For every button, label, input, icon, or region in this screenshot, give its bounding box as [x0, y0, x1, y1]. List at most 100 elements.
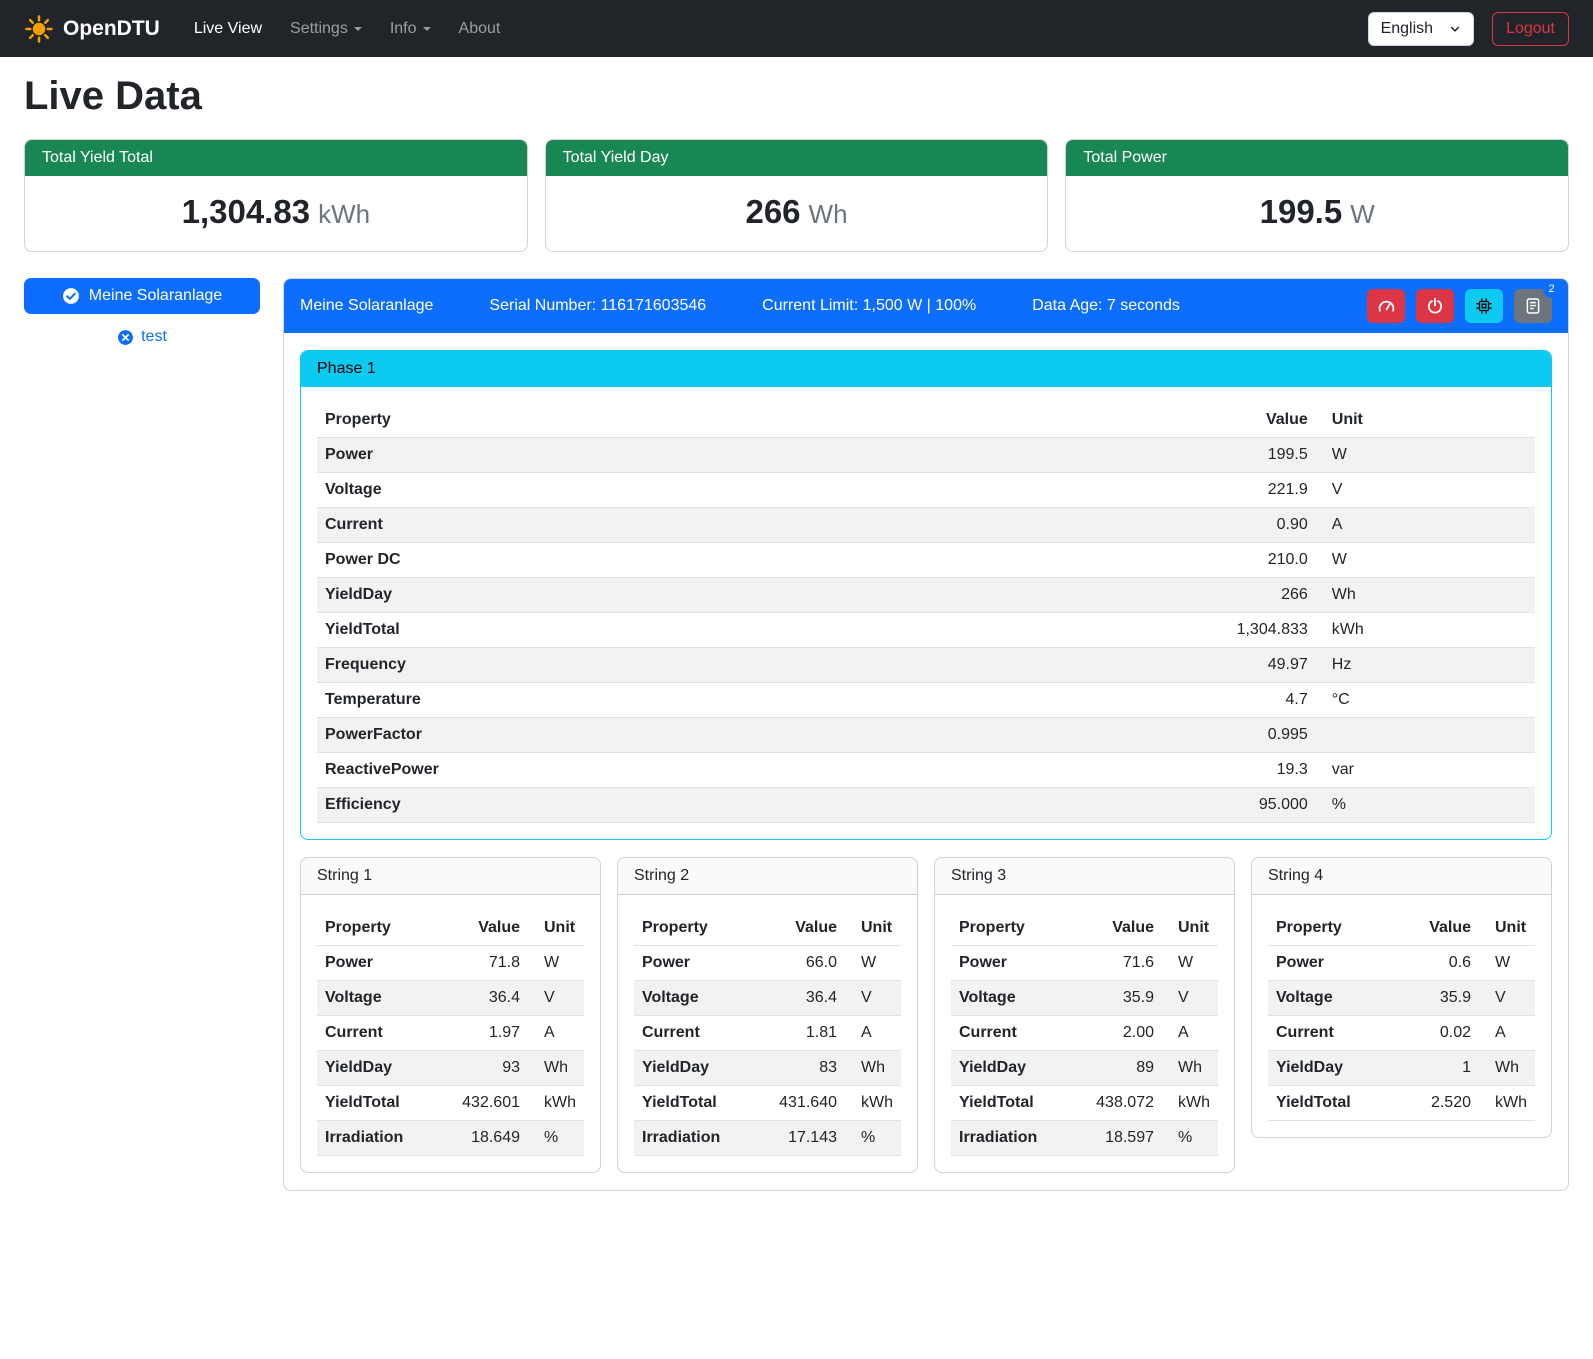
table-row: Voltage 36.4 V: [317, 981, 584, 1016]
inverter-limit: Current Limit: 1,500 W | 100%: [762, 297, 976, 315]
brand-link[interactable]: OpenDTU: [24, 14, 160, 44]
property-unit: Wh: [1316, 578, 1535, 613]
chevron-down-icon: [1449, 23, 1461, 35]
table-row: Voltage 221.9 V: [317, 473, 1535, 508]
property-value: 35.9: [1397, 981, 1479, 1016]
summary-value: 199.5: [1260, 193, 1343, 230]
property-name: Current: [317, 508, 915, 543]
table-row: Current 1.81 A: [634, 1016, 901, 1051]
property-name: YieldTotal: [317, 1086, 435, 1121]
page-title: Live Data: [24, 74, 1569, 119]
nav-links: Live View Settings Info About: [182, 12, 1368, 46]
property-value: 95.000: [915, 788, 1316, 823]
inverter-sidebar: Meine Solaranlage test: [24, 278, 260, 346]
property-value: 66.0: [752, 946, 845, 981]
events-button[interactable]: 2: [1514, 289, 1552, 323]
property-name: Voltage: [317, 981, 435, 1016]
summary-card-total-power: Total Power 199.5W: [1065, 139, 1569, 252]
inverter-data-age: Data Age: 7 seconds: [1032, 297, 1180, 315]
property-value: 431.640: [752, 1086, 845, 1121]
logout-button[interactable]: Logout: [1492, 12, 1569, 46]
property-name: YieldTotal: [1268, 1086, 1397, 1121]
device-info-button[interactable]: [1465, 289, 1503, 323]
table-row: YieldDay 83 Wh: [634, 1051, 901, 1086]
property-value: 432.601: [435, 1086, 528, 1121]
property-value: 71.8: [435, 946, 528, 981]
column-header-unit: Unit: [528, 911, 584, 946]
property-value: 49.97: [915, 648, 1316, 683]
property-unit: A: [1162, 1016, 1218, 1051]
property-unit: %: [1162, 1121, 1218, 1156]
property-unit: Hz: [1316, 648, 1535, 683]
journal-icon: [1524, 297, 1542, 315]
property-name: YieldTotal: [634, 1086, 752, 1121]
property-name: Power: [951, 946, 1069, 981]
string-card-title: String 2: [618, 858, 917, 895]
string-card-title: String 3: [935, 858, 1234, 895]
summary-card-title: Total Yield Total: [25, 140, 527, 176]
language-select[interactable]: English: [1368, 12, 1474, 46]
table-row: Efficiency 95.000 %: [317, 788, 1535, 823]
property-name: Current: [1268, 1016, 1397, 1051]
property-name: YieldDay: [317, 1051, 435, 1086]
nav-item-live-view[interactable]: Live View: [182, 12, 274, 46]
property-unit: W: [1316, 543, 1535, 578]
string-card-3: String 3 Property Value Unit: [934, 857, 1235, 1173]
phase-card-title: Phase 1: [301, 351, 1551, 387]
table-row: YieldDay 266 Wh: [317, 578, 1535, 613]
nav-item-info[interactable]: Info: [378, 12, 443, 46]
property-value: 93: [435, 1051, 528, 1086]
table-header-row: Property Value Unit: [634, 911, 901, 946]
property-unit: V: [1479, 981, 1535, 1016]
column-header-property: Property: [951, 911, 1069, 946]
summary-card-total-yield-day: Total Yield Day 266Wh: [545, 139, 1049, 252]
table-header-row: Property Value Unit: [317, 911, 584, 946]
property-unit: W: [1162, 946, 1218, 981]
property-unit: kWh: [845, 1086, 901, 1121]
table-row: ReactivePower 19.3 var: [317, 753, 1535, 788]
power-button[interactable]: [1416, 289, 1454, 323]
property-name: YieldTotal: [951, 1086, 1069, 1121]
property-value: 89: [1069, 1051, 1162, 1086]
property-value: 438.072: [1069, 1086, 1162, 1121]
property-unit: Wh: [1479, 1051, 1535, 1086]
inverter-select-label: Meine Solaranlage: [89, 287, 222, 305]
column-header-value: Value: [1069, 911, 1162, 946]
property-name: Irradiation: [317, 1121, 435, 1156]
table-row: Voltage 35.9 V: [951, 981, 1218, 1016]
summary-cards-row: Total Yield Total 1,304.83kWh Total Yiel…: [24, 139, 1569, 252]
inverter-panel-header: Meine Solaranlage Serial Number: 1161716…: [284, 279, 1568, 333]
summary-value: 1,304.83: [182, 193, 310, 230]
property-unit: A: [845, 1016, 901, 1051]
column-header-property: Property: [317, 403, 915, 438]
phase-data-table: Property Value Unit Power: [317, 403, 1535, 823]
language-select-value: English: [1381, 20, 1433, 38]
property-value: 36.4: [435, 981, 528, 1016]
property-name: Irradiation: [951, 1121, 1069, 1156]
property-value: 4.7: [915, 683, 1316, 718]
limit-settings-button[interactable]: [1367, 289, 1405, 323]
property-name: YieldDay: [317, 578, 915, 613]
property-name: Voltage: [1268, 981, 1397, 1016]
column-header-value: Value: [915, 403, 1316, 438]
table-row: YieldDay 1 Wh: [1268, 1051, 1535, 1086]
sun-logo-icon: [24, 14, 54, 44]
property-value: 0.02: [1397, 1016, 1479, 1051]
summary-card-title: Total Power: [1066, 140, 1568, 176]
property-value: 210.0: [915, 543, 1316, 578]
nav-item-about[interactable]: About: [447, 12, 513, 46]
inverter-item-test[interactable]: test: [24, 328, 260, 346]
property-value: 1: [1397, 1051, 1479, 1086]
table-row: Irradiation 17.143 %: [634, 1121, 901, 1156]
table-row: Power 66.0 W: [634, 946, 901, 981]
property-value: 266: [915, 578, 1316, 613]
string-data-table: Property Value Unit Power: [317, 911, 584, 1156]
property-value: 71.6: [1069, 946, 1162, 981]
inverter-select-button[interactable]: Meine Solaranlage: [24, 278, 260, 314]
property-name: YieldDay: [634, 1051, 752, 1086]
table-row: Current 0.90 A: [317, 508, 1535, 543]
property-name: Voltage: [317, 473, 915, 508]
property-unit: A: [1316, 508, 1535, 543]
nav-item-settings[interactable]: Settings: [278, 12, 374, 46]
table-row: YieldTotal 1,304.833 kWh: [317, 613, 1535, 648]
